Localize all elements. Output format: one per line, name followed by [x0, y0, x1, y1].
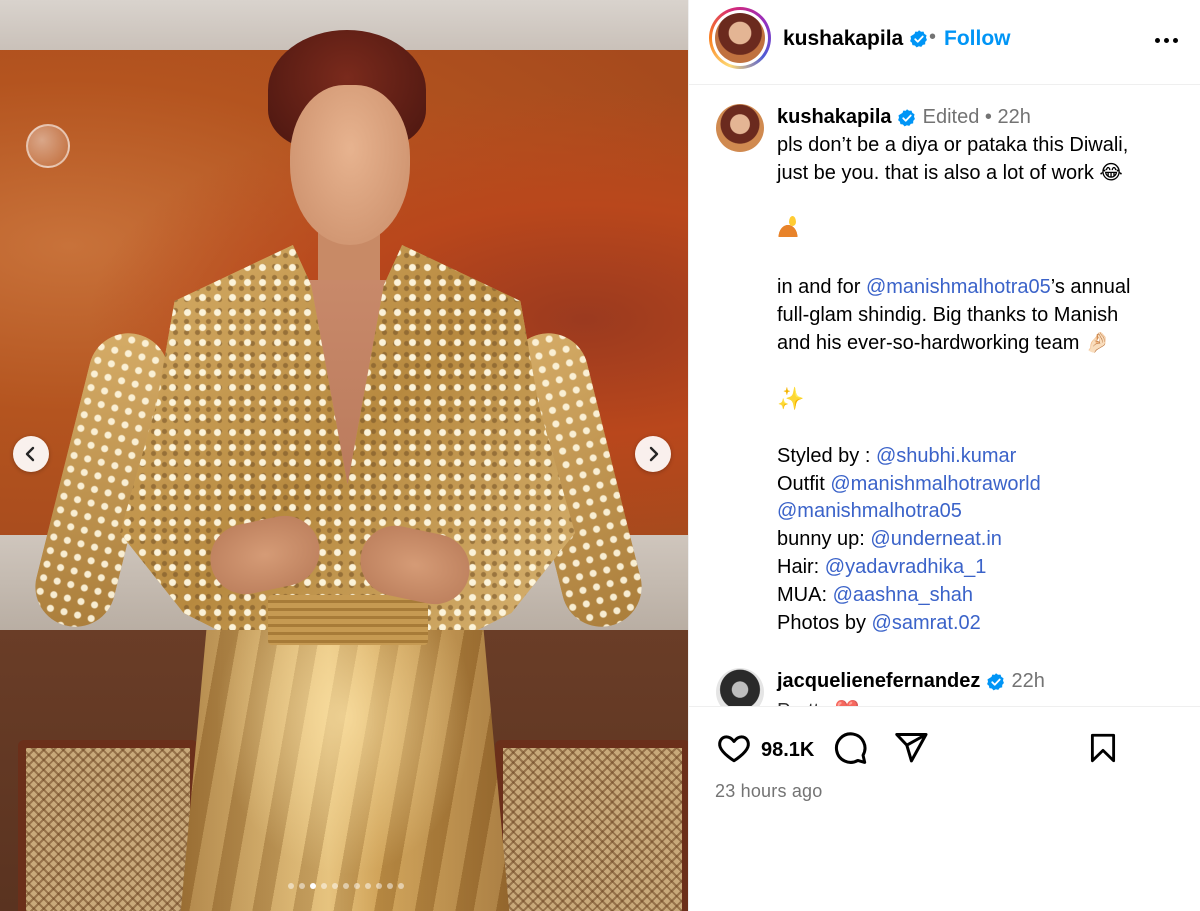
carousel-dot [332, 883, 338, 889]
verified-badge-icon [898, 108, 915, 127]
commenter-username[interactable]: jacquelienefernandez [777, 670, 980, 692]
credit-line: bunny up: @underneat.in [777, 526, 1177, 554]
pinched-fingers-emoji: 🤌🏻 [1084, 331, 1110, 354]
credit-label: bunny up: [777, 528, 871, 551]
caption-separator: • [984, 106, 992, 128]
credit-label: Photos by [777, 611, 872, 634]
carousel-dot [343, 883, 349, 889]
mention-link[interactable]: @aashna_shah [833, 584, 973, 606]
edited-label: Edited [922, 106, 980, 128]
credit-line: Outfit @manishmalhotraworld [777, 471, 1177, 499]
chevron-right-icon [649, 446, 659, 462]
share-icon [895, 733, 928, 763]
share-button[interactable] [892, 729, 930, 767]
caption-text: pls don’t be a diya or pataka this Diwal… [777, 132, 1177, 637]
mention-link[interactable]: @underneat.in [870, 528, 1002, 550]
comment-age[interactable]: 22h [1012, 670, 1045, 692]
comment-header: jacquelienefernandez 22h [777, 670, 1045, 693]
header-separator: • [929, 26, 937, 48]
sparkles-line: ✨ [777, 385, 1177, 415]
author-avatar [715, 13, 765, 63]
carousel-dot [288, 883, 294, 889]
credit-label: Outfit [777, 472, 831, 495]
caption-age[interactable]: 22h [998, 106, 1031, 128]
carousel-next-button[interactable] [635, 436, 671, 472]
comment-icon [834, 732, 867, 764]
credit-line: MUA: @aashna_shah [777, 582, 1177, 610]
credit-line: @manishmalhotra05 [777, 498, 1177, 526]
credit-line: Hair: @yadavradhika_1 [777, 554, 1177, 582]
like-count[interactable]: 98.1K [761, 739, 814, 762]
post-timestamp[interactable]: 23 hours ago [715, 781, 822, 802]
caption-line: just be you. that is also a lot of work … [777, 160, 1177, 188]
bookmark-icon [1090, 733, 1116, 763]
heart-icon [718, 735, 750, 763]
caption-author-avatar[interactable] [716, 104, 764, 152]
comment-button[interactable] [831, 729, 869, 767]
credit-label: MUA: [777, 583, 833, 606]
more-options-button[interactable] [1151, 28, 1181, 52]
carousel-dot [310, 883, 316, 889]
post-actions-bar: 98.1K 23 hours ago [689, 706, 1200, 911]
credit-line: Photos by @samrat.02 [777, 610, 1177, 638]
credit-label: Hair: [777, 555, 825, 578]
author-avatar-story-ring[interactable] [709, 7, 771, 69]
caption-line: and his ever-so-hardworking team 🤌🏻 [777, 330, 1177, 358]
save-button[interactable] [1084, 729, 1122, 767]
carousel-dot [387, 883, 393, 889]
carousel-indicator [0, 883, 688, 889]
caption-line: full-glam shindig. Big thanks to Manish [777, 303, 1119, 326]
commenter-avatar[interactable] [716, 668, 764, 706]
figure-belt [268, 595, 428, 645]
carousel-dot [354, 883, 360, 889]
sparkles-emoji: ✨ [777, 386, 805, 412]
caption-line-text: ’s annual [1050, 275, 1131, 298]
figure-draped-skirt [180, 630, 510, 911]
chevron-left-icon [25, 446, 35, 462]
caption-header: kushakapila Edited • 22h [777, 106, 1031, 129]
mention-link[interactable]: @manishmalhotra05 [777, 500, 962, 522]
mention-link[interactable]: @shubhi.kumar [876, 445, 1016, 467]
comment-text: Pretty ❤️ [777, 698, 860, 706]
post-side-panel: kushakapila • Follow kushakapila Edited … [688, 0, 1200, 911]
more-horizontal-icon [1154, 37, 1160, 43]
carousel-dot [299, 883, 305, 889]
follow-button[interactable]: Follow [944, 27, 1011, 51]
laughing-emoji: 😂 [1099, 161, 1123, 184]
like-button[interactable] [715, 729, 753, 767]
caption-line-text: in and for [777, 275, 866, 298]
carousel-dot [376, 883, 382, 889]
post-photo[interactable] [0, 0, 688, 911]
mention-link[interactable]: @yadavradhika_1 [825, 556, 987, 578]
caption-line: pls don’t be a diya or pataka this Diwal… [777, 134, 1129, 156]
verified-badge-icon [910, 30, 927, 48]
caption-line-text: and his ever-so-hardworking team [777, 331, 1080, 354]
author-username[interactable]: kushakapila [783, 27, 929, 51]
mention-link[interactable]: @samrat.02 [872, 612, 981, 634]
diya-emoji-line [777, 215, 1177, 246]
carousel-prev-button[interactable] [13, 436, 49, 472]
caption-line: in and for @manishmalhotra05’s annual [777, 274, 1177, 302]
verified-badge-icon [987, 672, 1004, 691]
caption-username[interactable]: kushakapila [777, 106, 892, 128]
carousel-dot [398, 883, 404, 889]
caption-line-text: just be you. that is also a lot of work [777, 161, 1094, 184]
author-username-text: kushakapila [783, 27, 904, 50]
comments-scroll-area[interactable]: kushakapila Edited • 22h pls don’t be a … [689, 86, 1200, 706]
credit-label: Styled by : [777, 444, 876, 467]
figure-face [290, 85, 410, 245]
post-header: kushakapila • Follow [689, 0, 1200, 85]
diya-emoji-icon [777, 216, 799, 238]
carousel-dot [321, 883, 327, 889]
carousel-dot [365, 883, 371, 889]
mention-link[interactable]: @manishmalhotra05 [866, 276, 1051, 298]
credit-line: Styled by : @shubhi.kumar [777, 443, 1177, 471]
mention-link[interactable]: @manishmalhotraworld [830, 473, 1040, 495]
credits-list: Styled by : @shubhi.kumar Outfit @manishm… [777, 443, 1177, 638]
photo-bubble [26, 124, 70, 168]
